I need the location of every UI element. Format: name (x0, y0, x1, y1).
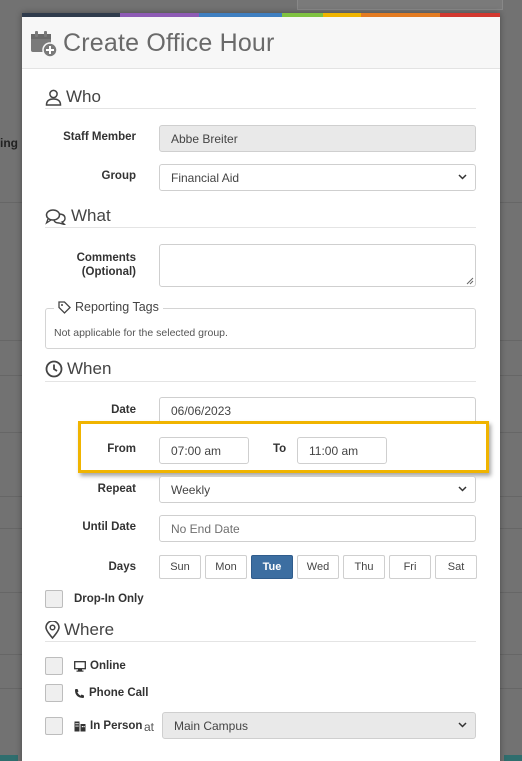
comments-icon (45, 208, 66, 225)
comments-label-line1: Comments (76, 252, 136, 264)
day-toggle-tue[interactable]: Tue (251, 555, 293, 579)
phone-call-label: Phone Call (74, 687, 148, 699)
comments-label: Comments (Optional) (77, 251, 136, 279)
reporting-tags-title: Reporting Tags (75, 300, 159, 314)
drop-in-only-label: Drop-In Only (74, 593, 144, 605)
in-person-checkbox[interactable] (45, 717, 63, 735)
section-who: Who (45, 87, 101, 107)
modal-title: Create Office Hour (63, 29, 275, 57)
section-where: Where (45, 620, 114, 640)
phone-call-checkbox[interactable] (45, 684, 63, 702)
comments-textarea[interactable] (159, 244, 476, 287)
online-checkbox[interactable] (45, 657, 63, 675)
date-label: Date (111, 404, 136, 416)
campus-select-value: Main Campus (174, 719, 249, 733)
section-divider (45, 641, 476, 642)
to-label: To (273, 443, 287, 455)
building-icon (74, 721, 86, 731)
repeat-select[interactable]: Weekly (159, 476, 476, 503)
phone-call-label-text: Phone Call (89, 687, 149, 699)
group-select[interactable]: Financial Aid (159, 164, 476, 191)
online-label: Online (74, 660, 126, 672)
section-when: When (45, 359, 111, 379)
day-toggle-thu[interactable]: Thu (343, 555, 385, 579)
campus-select[interactable]: Main Campus (162, 712, 476, 739)
group-select-value: Financial Aid (171, 171, 240, 185)
section-when-title: When (67, 359, 112, 378)
chevron-down-icon (458, 486, 467, 492)
at-text: at (144, 720, 155, 734)
phone-icon (75, 688, 84, 698)
group-label: Group (101, 170, 137, 182)
comments-label-line2: (Optional) (81, 266, 136, 278)
desktop-icon (74, 660, 86, 672)
day-toggle-mon[interactable]: Mon (205, 555, 247, 579)
tag-icon (58, 300, 71, 314)
section-divider (45, 227, 476, 228)
calendar-plus-icon (31, 31, 58, 58)
clock-icon (45, 360, 63, 378)
section-what: What (45, 206, 111, 226)
day-toggle-sat[interactable]: Sat (435, 555, 477, 579)
chevron-down-icon (458, 174, 467, 180)
day-toggle-sun[interactable]: Sun (159, 555, 201, 579)
section-what-title: What (71, 206, 111, 225)
until-date-label: Until Date (82, 521, 136, 533)
background-button (297, 0, 503, 10)
section-divider (45, 108, 476, 109)
from-time-input[interactable]: 07:00 am (159, 437, 249, 464)
section-where-title: Where (64, 620, 115, 639)
create-office-hour-modal: Create Office Hour Who Staff Member Abbe… (22, 13, 500, 761)
until-date-input[interactable]: No End Date (159, 515, 476, 542)
from-label: From (107, 443, 136, 455)
map-marker-icon (45, 621, 60, 639)
date-input[interactable]: 06/06/2023 (159, 397, 476, 424)
in-person-label: In Person (74, 720, 142, 732)
user-icon (45, 89, 62, 106)
resize-handle-icon[interactable] (466, 277, 474, 285)
background-teal-bar (504, 755, 522, 761)
reporting-tags-fieldset: Reporting Tags Not applicable for the se… (45, 300, 476, 349)
repeat-label: Repeat (97, 483, 136, 495)
in-person-label-text: In Person (90, 720, 143, 732)
online-label-text: Online (90, 660, 126, 672)
section-divider (45, 381, 476, 382)
chevron-down-icon (458, 722, 467, 728)
background-partial-label: ing (0, 136, 18, 150)
modal-header: Create Office Hour (22, 17, 500, 69)
reporting-tags-legend: Reporting Tags (54, 300, 163, 314)
background-teal-bar (0, 755, 18, 761)
to-time-input[interactable]: 11:00 am (297, 437, 387, 464)
drop-in-only-checkbox[interactable] (45, 590, 63, 608)
staff-member-field: Abbe Breiter (159, 125, 476, 152)
section-who-title: Who (66, 87, 101, 106)
days-label: Days (108, 561, 137, 573)
reporting-tags-text: Not applicable for the selected group. (54, 327, 228, 339)
repeat-select-value: Weekly (171, 483, 211, 497)
day-toggle-fri[interactable]: Fri (389, 555, 431, 579)
staff-member-label: Staff Member (63, 131, 136, 143)
day-toggle-wed[interactable]: Wed (297, 555, 339, 579)
